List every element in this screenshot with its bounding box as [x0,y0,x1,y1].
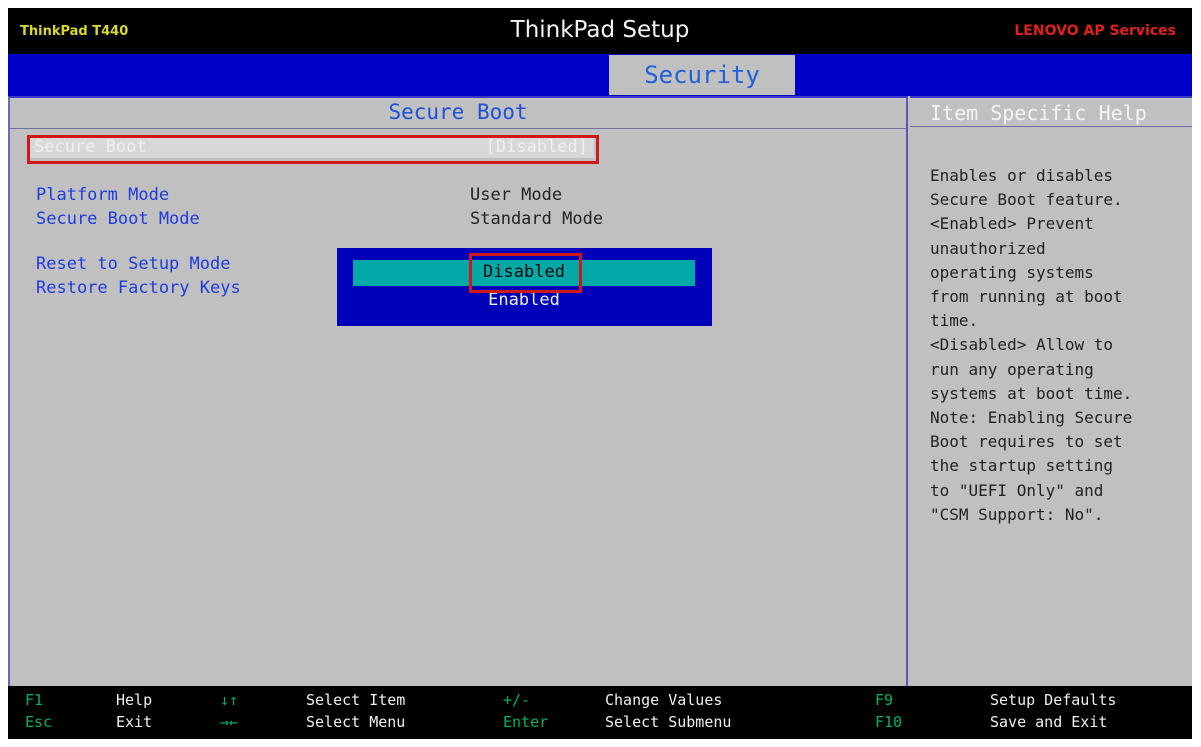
key-leftright: →← [220,713,239,731]
key-updown-action: Select Item [306,691,406,709]
key-enter: Enter [503,713,549,731]
secure-boot-highlight-box [27,135,599,164]
secure-boot-mode-label[interactable]: Secure Boot Mode [36,209,200,229]
bios-screen: ThinkPad T440 ThinkPad Setup LENOVO AP S… [8,8,1192,739]
vendor-label: LENOVO AP Services [1014,23,1176,39]
help-pane: Item Specific Help Enables or disables S… [910,96,1192,688]
help-text: Enables or disables Secure Boot feature.… [930,166,1133,524]
key-leftright-action: Select Menu [306,713,406,731]
platform-mode-label[interactable]: Platform Mode [36,185,169,205]
key-plusminus: +/- [503,691,531,709]
header-bar: ThinkPad T440 ThinkPad Setup LENOVO AP S… [8,8,1192,54]
help-title-bar: Item Specific Help [910,98,1192,127]
value-popup: Disabled Enabled [337,248,712,326]
key-esc-action: Exit [116,713,153,731]
key-updown: ↓↑ [220,691,239,709]
popup-option-enabled-label: Enabled [488,290,560,310]
key-f9: F9 [875,691,894,709]
restore-factory-keys-label[interactable]: Restore Factory Keys [36,278,241,298]
key-enter-action: Select Submenu [605,713,732,731]
section-title: Secure Boot [388,100,528,124]
key-plusminus-action: Change Values [605,691,723,709]
key-esc: Esc [25,713,53,731]
key-f1: F1 [25,691,44,709]
secure-boot-mode-value: Standard Mode [470,209,604,229]
help-title: Item Specific Help [930,101,1147,125]
popup-highlight-box [469,253,582,293]
key-f10: F10 [875,713,903,731]
tab-security[interactable]: Security [609,55,795,95]
platform-mode-value: User Mode [470,185,563,205]
reset-to-setup-mode-label[interactable]: Reset to Setup Mode [36,254,230,274]
key-f1-action: Help [116,691,153,709]
key-f10-action: Save and Exit [990,713,1108,731]
section-divider [10,128,906,129]
settings-pane: Secure Boot Secure Boot [Disabled] Platf… [8,96,908,686]
key-f9-action: Setup Defaults [990,691,1117,709]
tab-bar: Security [8,54,1192,96]
key-legend-bar: F1 Help Esc Exit ↓↑ Select Item →← Selec… [8,686,1192,739]
